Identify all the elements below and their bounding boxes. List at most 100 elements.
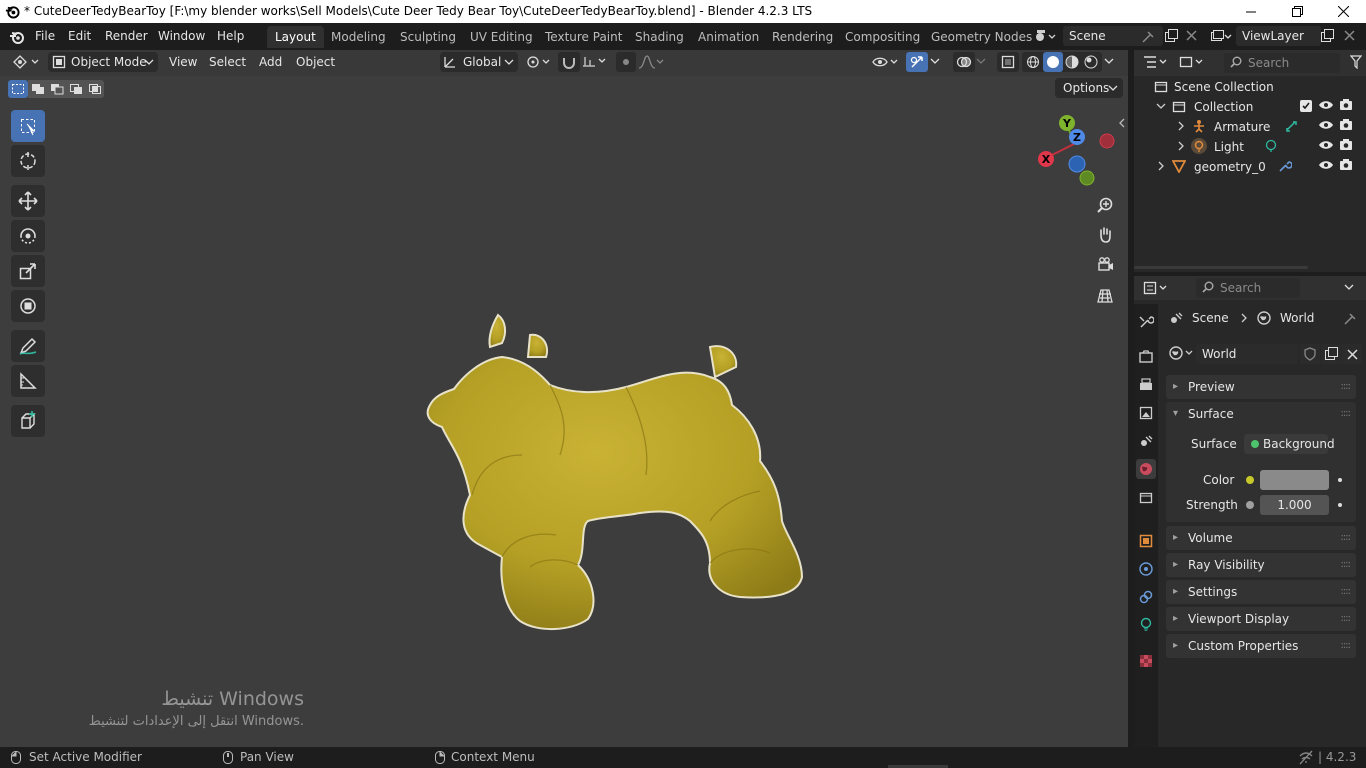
drag-handle-icon[interactable]: :::: xyxy=(1341,375,1352,399)
menu-window[interactable]: Window xyxy=(158,29,205,43)
rotate-tool[interactable] xyxy=(11,220,45,252)
menu-render[interactable]: Render xyxy=(105,29,148,43)
color-socket-icon[interactable] xyxy=(1246,476,1254,484)
transform-orientation-dropdown[interactable]: Global xyxy=(440,52,518,72)
color-keyframe-dot[interactable] xyxy=(1338,478,1342,482)
surface-shader-selector[interactable]: Background xyxy=(1244,434,1335,454)
pan-button[interactable] xyxy=(1092,222,1118,248)
tab-shading[interactable]: Shading xyxy=(627,26,692,48)
gizmo-z-axis[interactable]: Z xyxy=(1069,129,1085,145)
outliner-row-scene-collection[interactable]: Scene Collection xyxy=(1134,77,1366,97)
chevron-down-icon[interactable] xyxy=(1104,56,1114,66)
settings-panel-header[interactable]: ▸ Settings :::: xyxy=(1166,580,1356,604)
chevron-down-icon[interactable] xyxy=(930,56,940,66)
world-tab-icon[interactable] xyxy=(1136,459,1156,479)
outliner-editor-type-icon[interactable] xyxy=(1142,54,1170,70)
tab-modeling[interactable]: Modeling xyxy=(323,26,394,48)
delete-scene-icon[interactable] xyxy=(1186,30,1197,41)
world-color-swatch[interactable] xyxy=(1260,470,1329,490)
geometry-render-icon[interactable] xyxy=(1339,158,1353,172)
collection-render-icon[interactable] xyxy=(1339,98,1353,112)
select-intersect-icon[interactable] xyxy=(85,80,104,98)
modifier-wrench-icon[interactable] xyxy=(1278,159,1292,173)
blender-menu-icon[interactable] xyxy=(9,29,25,45)
select-new-icon[interactable] xyxy=(8,80,28,98)
collection-eye-icon[interactable] xyxy=(1318,99,1334,111)
geometry-eye-icon[interactable] xyxy=(1318,159,1334,171)
chevron-down-icon[interactable] xyxy=(1344,282,1354,292)
light-eye-icon[interactable] xyxy=(1318,139,1334,151)
new-scene-icon[interactable] xyxy=(1164,29,1178,43)
minimize-button[interactable] xyxy=(1228,0,1274,23)
solid-shading-icon[interactable] xyxy=(1043,52,1063,72)
chevron-right-icon[interactable] xyxy=(1156,161,1166,171)
view-layer-field[interactable]: ViewLayer xyxy=(1236,26,1321,46)
fake-user-shield-icon[interactable] xyxy=(1300,344,1320,364)
pin-icon[interactable] xyxy=(1142,29,1156,43)
menu-edit[interactable]: Edit xyxy=(68,29,91,43)
render-tab-icon[interactable] xyxy=(1136,347,1156,367)
deer-toy-model[interactable] xyxy=(410,295,820,640)
armature-render-icon[interactable] xyxy=(1339,118,1353,132)
drag-handle-icon[interactable]: :::: xyxy=(1341,526,1352,550)
tab-compositing[interactable]: Compositing xyxy=(837,26,928,48)
select-box-tool[interactable] xyxy=(11,110,45,142)
proportional-editing-icon[interactable] xyxy=(616,52,636,72)
gizmo-toggle-icon[interactable] xyxy=(906,52,928,72)
physics-tab-icon[interactable] xyxy=(1136,559,1156,579)
visibility-dropdown-icon[interactable] xyxy=(872,54,900,70)
tab-uv-editing[interactable]: UV Editing xyxy=(462,26,541,48)
display-mode-icon[interactable] xyxy=(1178,54,1206,70)
drag-handle-icon[interactable]: :::: xyxy=(1341,553,1352,577)
collection-checkbox[interactable] xyxy=(1300,100,1312,112)
wireframe-shading-icon[interactable] xyxy=(1024,54,1042,70)
tool-tab-icon[interactable] xyxy=(1136,312,1156,332)
pin-icon[interactable] xyxy=(1344,311,1358,325)
constraints-tab-icon[interactable] xyxy=(1136,587,1156,607)
options-dropdown[interactable]: Options xyxy=(1055,78,1123,98)
object-tab-icon[interactable] xyxy=(1136,531,1156,551)
transform-tool[interactable] xyxy=(11,290,45,322)
annotate-tool[interactable] xyxy=(11,330,45,362)
rendered-shading-icon[interactable] xyxy=(1082,54,1100,70)
strength-socket-icon[interactable] xyxy=(1246,501,1254,509)
duplicate-world-icon[interactable] xyxy=(1321,344,1341,364)
zoom-button[interactable] xyxy=(1092,192,1118,218)
light-render-icon[interactable] xyxy=(1339,138,1353,152)
chevron-down-icon[interactable] xyxy=(976,56,986,66)
delete-view-layer-icon[interactable] xyxy=(1344,30,1355,41)
scene-selector-icon[interactable] xyxy=(1033,28,1057,44)
scene-tab-icon[interactable] xyxy=(1136,431,1156,451)
properties-search-input[interactable]: Search xyxy=(1196,278,1300,298)
restore-button[interactable] xyxy=(1274,0,1320,23)
tab-sculpting[interactable]: Sculpting xyxy=(392,26,464,48)
chevron-down-icon[interactable] xyxy=(1156,101,1166,111)
drag-handle-icon[interactable]: :::: xyxy=(1341,607,1352,631)
cursor-tool[interactable] xyxy=(11,145,45,177)
chevron-right-icon[interactable] xyxy=(1176,121,1186,131)
snap-target-icon[interactable] xyxy=(581,53,609,69)
add-cube-tool[interactable] xyxy=(11,405,45,437)
armature-eye-icon[interactable] xyxy=(1318,119,1334,131)
falloff-icon[interactable] xyxy=(638,54,664,70)
preview-panel-header[interactable]: ▸ Preview :::: xyxy=(1166,375,1356,399)
properties-editor-type-icon[interactable] xyxy=(1142,280,1170,296)
tab-layout[interactable]: Layout xyxy=(267,26,324,48)
close-window-button[interactable] xyxy=(1320,0,1366,23)
world-browse-icon[interactable] xyxy=(1168,345,1196,361)
select-extend-icon[interactable] xyxy=(28,80,47,98)
data-tab-icon[interactable] xyxy=(1136,615,1156,635)
select-invert-icon[interactable] xyxy=(66,80,85,98)
custom-properties-panel-header[interactable]: ▸ Custom Properties :::: xyxy=(1166,634,1356,658)
material-preview-icon[interactable] xyxy=(1063,54,1081,70)
menu-help[interactable]: Help xyxy=(217,29,244,43)
tab-texture-paint[interactable]: Texture Paint xyxy=(537,26,630,48)
drag-handle-icon[interactable]: :::: xyxy=(1341,402,1352,426)
viewport-menu-select[interactable]: Select xyxy=(209,55,246,69)
navigation-gizmo[interactable]: Y X Z xyxy=(1032,112,1120,190)
strength-value-field[interactable]: 1.000 xyxy=(1260,495,1329,515)
view-layer-tab-icon[interactable] xyxy=(1136,403,1156,423)
3d-viewport[interactable]: Object Mode View Select Add Object Globa… xyxy=(0,50,1128,747)
strength-keyframe-dot[interactable] xyxy=(1338,503,1342,507)
light-data-icon[interactable] xyxy=(1264,139,1278,153)
